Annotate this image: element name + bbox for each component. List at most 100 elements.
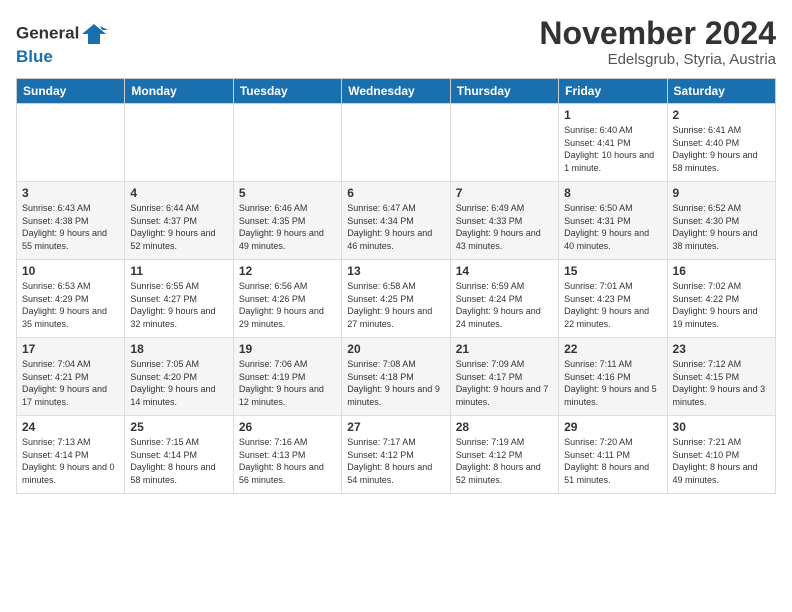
day-number: 13 xyxy=(347,264,444,278)
day-info: Sunrise: 7:13 AM Sunset: 4:14 PM Dayligh… xyxy=(22,436,119,486)
day-cell: 17 Sunrise: 7:04 AM Sunset: 4:21 PM Dayli… xyxy=(17,338,125,416)
day-number: 29 xyxy=(564,420,661,434)
calendar-page: General Blue November 2024 Edelsgrub, St… xyxy=(0,0,792,502)
day-cell: 15 Sunrise: 7:01 AM Sunset: 4:23 PM Dayli… xyxy=(559,260,667,338)
day-number: 25 xyxy=(130,420,227,434)
day-info: Sunrise: 6:53 AM Sunset: 4:29 PM Dayligh… xyxy=(22,280,119,330)
day-number: 12 xyxy=(239,264,336,278)
day-info: Sunrise: 7:04 AM Sunset: 4:21 PM Dayligh… xyxy=(22,358,119,408)
col-saturday: Saturday xyxy=(667,79,775,104)
day-number: 4 xyxy=(130,186,227,200)
day-cell: 24 Sunrise: 7:13 AM Sunset: 4:14 PM Dayli… xyxy=(17,416,125,494)
col-wednesday: Wednesday xyxy=(342,79,450,104)
day-cell: 26 Sunrise: 7:16 AM Sunset: 4:13 PM Dayli… xyxy=(233,416,341,494)
day-number: 5 xyxy=(239,186,336,200)
calendar-table: Sunday Monday Tuesday Wednesday Thursday… xyxy=(16,78,776,494)
day-number: 30 xyxy=(673,420,770,434)
logo-blue: Blue xyxy=(16,48,108,67)
day-number: 21 xyxy=(456,342,553,356)
day-info: Sunrise: 7:08 AM Sunset: 4:18 PM Dayligh… xyxy=(347,358,444,408)
day-cell xyxy=(17,104,125,182)
day-info: Sunrise: 6:43 AM Sunset: 4:38 PM Dayligh… xyxy=(22,202,119,252)
day-info: Sunrise: 7:21 AM Sunset: 4:10 PM Dayligh… xyxy=(673,436,770,486)
day-info: Sunrise: 7:01 AM Sunset: 4:23 PM Dayligh… xyxy=(564,280,661,330)
day-number: 27 xyxy=(347,420,444,434)
col-thursday: Thursday xyxy=(450,79,558,104)
day-cell xyxy=(125,104,233,182)
header-row: Sunday Monday Tuesday Wednesday Thursday… xyxy=(17,79,776,104)
day-number: 6 xyxy=(347,186,444,200)
day-number: 24 xyxy=(22,420,119,434)
day-cell: 1 Sunrise: 6:40 AM Sunset: 4:41 PM Daylig… xyxy=(559,104,667,182)
day-number: 18 xyxy=(130,342,227,356)
day-cell: 7 Sunrise: 6:49 AM Sunset: 4:33 PM Daylig… xyxy=(450,182,558,260)
day-cell: 19 Sunrise: 7:06 AM Sunset: 4:19 PM Dayli… xyxy=(233,338,341,416)
day-info: Sunrise: 6:55 AM Sunset: 4:27 PM Dayligh… xyxy=(130,280,227,330)
day-number: 15 xyxy=(564,264,661,278)
day-info: Sunrise: 7:11 AM Sunset: 4:16 PM Dayligh… xyxy=(564,358,661,408)
day-info: Sunrise: 6:46 AM Sunset: 4:35 PM Dayligh… xyxy=(239,202,336,252)
day-info: Sunrise: 6:47 AM Sunset: 4:34 PM Dayligh… xyxy=(347,202,444,252)
day-cell: 8 Sunrise: 6:50 AM Sunset: 4:31 PM Daylig… xyxy=(559,182,667,260)
day-number: 28 xyxy=(456,420,553,434)
day-info: Sunrise: 6:40 AM Sunset: 4:41 PM Dayligh… xyxy=(564,124,661,174)
day-info: Sunrise: 6:44 AM Sunset: 4:37 PM Dayligh… xyxy=(130,202,227,252)
day-number: 23 xyxy=(673,342,770,356)
day-number: 2 xyxy=(673,108,770,122)
day-cell: 9Sunrise: 6:52 AM Sunset: 4:30 PM Daylig… xyxy=(667,182,775,260)
day-info: Sunrise: 7:02 AM Sunset: 4:22 PM Dayligh… xyxy=(673,280,770,330)
day-info: Sunrise: 6:50 AM Sunset: 4:31 PM Dayligh… xyxy=(564,202,661,252)
day-cell: 11 Sunrise: 6:55 AM Sunset: 4:27 PM Dayli… xyxy=(125,260,233,338)
day-number: 19 xyxy=(239,342,336,356)
day-info: Sunrise: 6:59 AM Sunset: 4:24 PM Dayligh… xyxy=(456,280,553,330)
day-info: Sunrise: 6:41 AM Sunset: 4:40 PM Dayligh… xyxy=(673,124,770,174)
day-cell xyxy=(233,104,341,182)
day-number: 8 xyxy=(564,186,661,200)
day-info: Sunrise: 7:16 AM Sunset: 4:13 PM Dayligh… xyxy=(239,436,336,486)
day-info: Sunrise: 6:49 AM Sunset: 4:33 PM Dayligh… xyxy=(456,202,553,252)
col-monday: Monday xyxy=(125,79,233,104)
day-number: 14 xyxy=(456,264,553,278)
day-cell: 13 Sunrise: 6:58 AM Sunset: 4:25 PM Dayli… xyxy=(342,260,450,338)
week-row-1: 3Sunrise: 6:43 AM Sunset: 4:38 PM Daylig… xyxy=(17,182,776,260)
day-info: Sunrise: 7:12 AM Sunset: 4:15 PM Dayligh… xyxy=(673,358,770,408)
day-cell: 21 Sunrise: 7:09 AM Sunset: 4:17 PM Dayli… xyxy=(450,338,558,416)
day-info: Sunrise: 6:52 AM Sunset: 4:30 PM Dayligh… xyxy=(673,202,770,252)
day-cell: 6 Sunrise: 6:47 AM Sunset: 4:34 PM Daylig… xyxy=(342,182,450,260)
day-number: 22 xyxy=(564,342,661,356)
day-cell: 28Sunrise: 7:19 AM Sunset: 4:12 PM Dayli… xyxy=(450,416,558,494)
day-number: 7 xyxy=(456,186,553,200)
col-friday: Friday xyxy=(559,79,667,104)
day-info: Sunrise: 7:17 AM Sunset: 4:12 PM Dayligh… xyxy=(347,436,444,486)
day-number: 11 xyxy=(130,264,227,278)
day-cell: 18 Sunrise: 7:05 AM Sunset: 4:20 PM Dayli… xyxy=(125,338,233,416)
day-cell: 5 Sunrise: 6:46 AM Sunset: 4:35 PM Daylig… xyxy=(233,182,341,260)
day-cell: 12 Sunrise: 6:56 AM Sunset: 4:26 PM Dayli… xyxy=(233,260,341,338)
logo: General Blue xyxy=(16,20,108,67)
col-tuesday: Tuesday xyxy=(233,79,341,104)
day-cell xyxy=(450,104,558,182)
week-row-2: 10 Sunrise: 6:53 AM Sunset: 4:29 PM Dayli… xyxy=(17,260,776,338)
col-sunday: Sunday xyxy=(17,79,125,104)
day-number: 1 xyxy=(564,108,661,122)
day-info: Sunrise: 7:06 AM Sunset: 4:19 PM Dayligh… xyxy=(239,358,336,408)
day-info: Sunrise: 6:58 AM Sunset: 4:25 PM Dayligh… xyxy=(347,280,444,330)
day-cell: 14 Sunrise: 6:59 AM Sunset: 4:24 PM Dayli… xyxy=(450,260,558,338)
month-title: November 2024 xyxy=(539,16,776,51)
header: General Blue November 2024 Edelsgrub, St… xyxy=(16,16,776,68)
day-cell: 2 Sunrise: 6:41 AM Sunset: 4:40 PM Daylig… xyxy=(667,104,775,182)
day-cell: 25 Sunrise: 7:15 AM Sunset: 4:14 PM Dayli… xyxy=(125,416,233,494)
day-number: 17 xyxy=(22,342,119,356)
week-row-0: 1 Sunrise: 6:40 AM Sunset: 4:41 PM Daylig… xyxy=(17,104,776,182)
day-info: Sunrise: 7:09 AM Sunset: 4:17 PM Dayligh… xyxy=(456,358,553,408)
day-number: 16 xyxy=(673,264,770,278)
day-number: 26 xyxy=(239,420,336,434)
day-info: Sunrise: 7:15 AM Sunset: 4:14 PM Dayligh… xyxy=(130,436,227,486)
day-info: Sunrise: 6:56 AM Sunset: 4:26 PM Dayligh… xyxy=(239,280,336,330)
location: Edelsgrub, Styria, Austria xyxy=(539,51,776,68)
week-row-3: 17 Sunrise: 7:04 AM Sunset: 4:21 PM Dayli… xyxy=(17,338,776,416)
logo-general: General xyxy=(16,23,79,42)
day-info: Sunrise: 7:05 AM Sunset: 4:20 PM Dayligh… xyxy=(130,358,227,408)
day-cell: 22 Sunrise: 7:11 AM Sunset: 4:16 PM Dayli… xyxy=(559,338,667,416)
day-number: 10 xyxy=(22,264,119,278)
